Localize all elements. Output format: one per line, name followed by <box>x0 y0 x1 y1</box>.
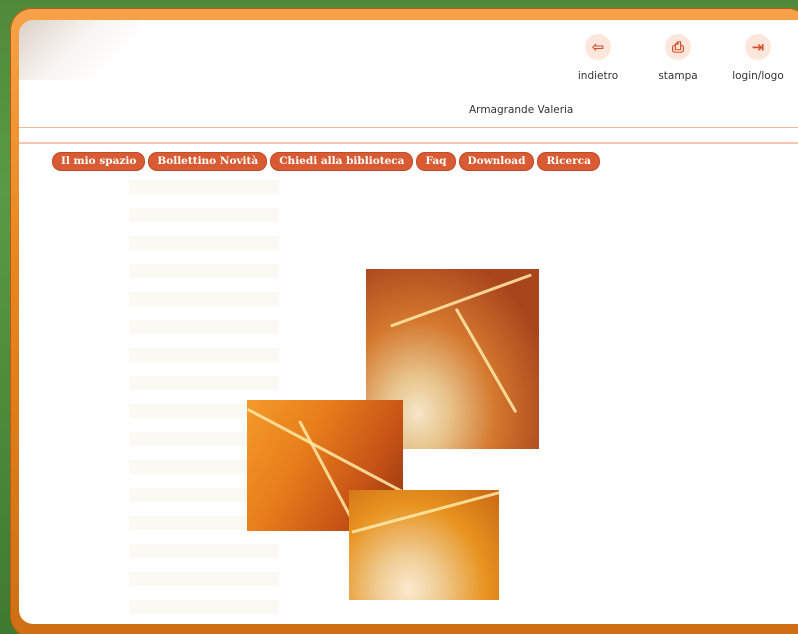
light-streak <box>247 407 403 496</box>
light-streak <box>351 490 499 534</box>
print-button[interactable]: ⎙ stampa <box>638 34 718 94</box>
print-label: stampa <box>658 70 698 82</box>
corner-decoration <box>19 20 139 80</box>
tab-bollettino-novita[interactable]: Bollettino Novità <box>148 152 268 171</box>
login-button[interactable]: ⇥ login/logo <box>718 34 798 94</box>
back-icon: ⇦ <box>585 34 611 60</box>
tab-ricerca[interactable]: Ricerca <box>537 152 600 171</box>
top-toolbar: ⇦ indietro ⎙ stampa ⇥ login/logo <box>558 34 798 94</box>
tab-chiedi-biblioteca[interactable]: Chiedi alla biblioteca <box>270 152 414 171</box>
back-button[interactable]: ⇦ indietro <box>558 34 638 94</box>
tab-mio-spazio[interactable]: Il mio spazio <box>52 152 146 171</box>
print-icon: ⎙ <box>665 34 691 60</box>
divider-bottom <box>19 142 798 144</box>
tab-faq[interactable]: Faq <box>416 152 456 171</box>
back-label: indietro <box>577 70 619 82</box>
light-streak <box>454 307 518 414</box>
divider-top <box>19 127 798 128</box>
decorative-photo-bottom <box>349 490 499 600</box>
user-name: Armagrande Valeria <box>469 104 574 116</box>
tab-download[interactable]: Download <box>458 152 535 171</box>
login-icon: ⇥ <box>745 34 771 60</box>
login-label: login/logo <box>732 70 784 82</box>
main-panel: ⇦ indietro ⎙ stampa ⇥ login/logo Armagra… <box>19 20 798 624</box>
main-nav: Il mio spazio Bollettino Novità Chiedi a… <box>52 152 600 171</box>
